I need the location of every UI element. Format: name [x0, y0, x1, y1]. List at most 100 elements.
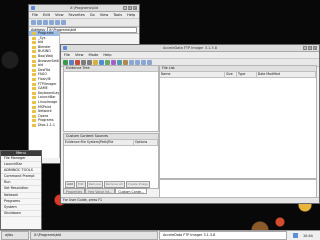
folder-icon	[32, 96, 36, 100]
folders-icon[interactable]	[55, 20, 60, 25]
taskbar-item-ftp-imager[interactable]: AcceleData FTP Imager 3.1.3.8	[159, 231, 287, 240]
custom-sources-header: Evidence:File System|Path|File Options	[64, 140, 158, 146]
maximize-button[interactable]: □	[128, 6, 132, 10]
tree-label: Blender	[38, 44, 51, 49]
tree-label: bld	[38, 40, 44, 45]
folder-tree[interactable]: Programs _Sys bld Blender BUSINO Boo(Wat…	[29, 31, 60, 158]
tree-label: Dtas.1.1.1	[38, 122, 56, 127]
tree-label: LinuxImage	[38, 99, 58, 104]
custom-sources-panel[interactable]: Custom Content Sources Evidence:File Sys…	[63, 133, 159, 189]
folder-icon	[31, 6, 35, 10]
folder-icon	[32, 68, 36, 72]
network-icon	[293, 233, 298, 238]
remove-button[interactable]: Remove	[86, 180, 103, 188]
new-button[interactable]: Add	[65, 180, 75, 188]
explorer-menubar: File Edit View Favorites Go View Tools H…	[29, 12, 139, 19]
file-list-panel[interactable]: File List Name Size Type Date Modified	[159, 65, 317, 179]
views-icon[interactable]	[61, 20, 66, 25]
folder-icon	[32, 114, 36, 118]
menu-file[interactable]: File	[64, 52, 70, 58]
menu-go[interactable]: Go	[90, 12, 95, 18]
folder-icon	[32, 64, 36, 68]
folder-icon	[32, 32, 36, 35]
folder-icon	[32, 123, 36, 127]
tab-properties[interactable]: Properties	[63, 188, 86, 194]
tree-label: bld	[38, 63, 44, 68]
folder-icon	[32, 36, 36, 40]
column-header-date[interactable]: Date Modified	[257, 72, 316, 77]
column-header[interactable]: Evidence:File System|Path|File	[64, 140, 134, 145]
tree-label: LaunchBar	[38, 95, 56, 100]
edit-button[interactable]: Edit	[75, 180, 86, 188]
ftp-statusbar: For User Guide, press F1	[61, 197, 319, 203]
start-menu[interactable]: Menu File Manager LaunchBar ADMINOC TOOL…	[0, 150, 42, 230]
tab-custom-content[interactable]: Custom Conte...	[115, 188, 147, 194]
folder-icon	[32, 50, 36, 54]
close-button[interactable]: ×	[313, 46, 317, 50]
menu-favorites[interactable]: Favorites	[69, 12, 85, 18]
create-image-button[interactable]: Create Image	[125, 180, 150, 188]
ftp-title: AcceleData FTP Imager 3.1.3.8	[162, 46, 217, 50]
menu-view[interactable]: View	[75, 52, 84, 58]
folder-icon	[32, 77, 36, 81]
minimize-button[interactable]: _	[303, 46, 307, 50]
tree-label: Opera	[38, 113, 49, 118]
folder-icon	[32, 91, 36, 95]
tree-label: Programs	[38, 118, 54, 123]
taskbar: ajibu X:\Programs\bld AcceleData FTP Ima…	[0, 230, 320, 240]
explorer-titlebar[interactable]: X:\Programs\bld _ □ ×	[29, 5, 139, 12]
tab-hex-value[interactable]: Hex Value Int...	[85, 188, 116, 194]
taskbar-item-explorer[interactable]: X:\Programs\bld	[30, 231, 158, 240]
tree-label: DesfTat	[38, 67, 51, 72]
clock: 10:44	[303, 233, 313, 238]
menu-item-shutdown[interactable]: Shutdown	[1, 211, 41, 217]
bottom-tabs: Properties Hex Value Int... Custom Conte…	[63, 188, 147, 194]
menu-help[interactable]: Help	[103, 52, 111, 58]
tree-label: Programs	[38, 31, 54, 35]
column-header[interactable]: Options	[134, 140, 158, 145]
folder-icon	[32, 87, 36, 91]
tree-label: MSPaint	[38, 104, 52, 109]
explorer-toolbar	[29, 19, 139, 27]
menu-edit[interactable]: Edit	[43, 12, 50, 18]
forward-icon[interactable]	[37, 20, 42, 25]
custom-sources-buttons: Add Edit Remove Remove All Create Image	[64, 180, 151, 188]
minimize-button[interactable]: _	[123, 6, 127, 10]
folder-icon	[32, 59, 36, 63]
column-header-name[interactable]: Name	[160, 72, 226, 77]
folder-icon	[32, 119, 36, 123]
start-button[interactable]: ajibu	[1, 231, 29, 240]
tree-label: Network	[38, 109, 52, 114]
menu-tools[interactable]: Tools	[113, 12, 122, 18]
folder-icon	[32, 41, 36, 45]
ftp-titlebar[interactable]: AcceleData FTP Imager 3.1.3.8 _ □ ×	[61, 45, 319, 52]
search-icon[interactable]	[49, 20, 54, 25]
column-header-type[interactable]: Type	[237, 72, 257, 77]
menu-view-2[interactable]: View	[100, 12, 109, 18]
tree-label: _Sys	[38, 35, 46, 40]
tree-item[interactable]: Dtas.1.1.1	[29, 123, 59, 128]
evidence-tree-panel[interactable]: Evidence Tree	[63, 65, 159, 132]
folder-icon	[32, 100, 36, 104]
folder-icon	[32, 73, 36, 77]
maximize-button[interactable]: □	[308, 46, 312, 50]
tree-label: GAME	[38, 86, 48, 91]
remove-all-button[interactable]: Remove All	[103, 180, 125, 188]
close-button[interactable]: ×	[133, 6, 137, 10]
column-header-size[interactable]: Size	[225, 72, 237, 77]
tree-label: Flash/IE	[38, 76, 51, 81]
folder-icon	[32, 110, 36, 114]
tree-label: BUSINO	[38, 49, 51, 54]
menu-help[interactable]: Help	[127, 12, 135, 18]
menu-file[interactable]: File	[32, 12, 38, 18]
menu-mode[interactable]: Mode	[89, 52, 99, 58]
ftp-imager-window[interactable]: AcceleData FTP Imager 3.1.3.8 _ □ × File…	[60, 44, 320, 204]
menu-view[interactable]: View	[55, 12, 64, 18]
back-icon[interactable]	[31, 20, 36, 25]
file-list-header: Name Size Type Date Modified	[160, 72, 316, 78]
folder-icon	[32, 45, 36, 49]
address-input[interactable]	[46, 27, 137, 33]
up-icon[interactable]	[43, 20, 48, 25]
tree-label: FAGO	[38, 72, 47, 77]
folder-icon	[32, 82, 36, 86]
